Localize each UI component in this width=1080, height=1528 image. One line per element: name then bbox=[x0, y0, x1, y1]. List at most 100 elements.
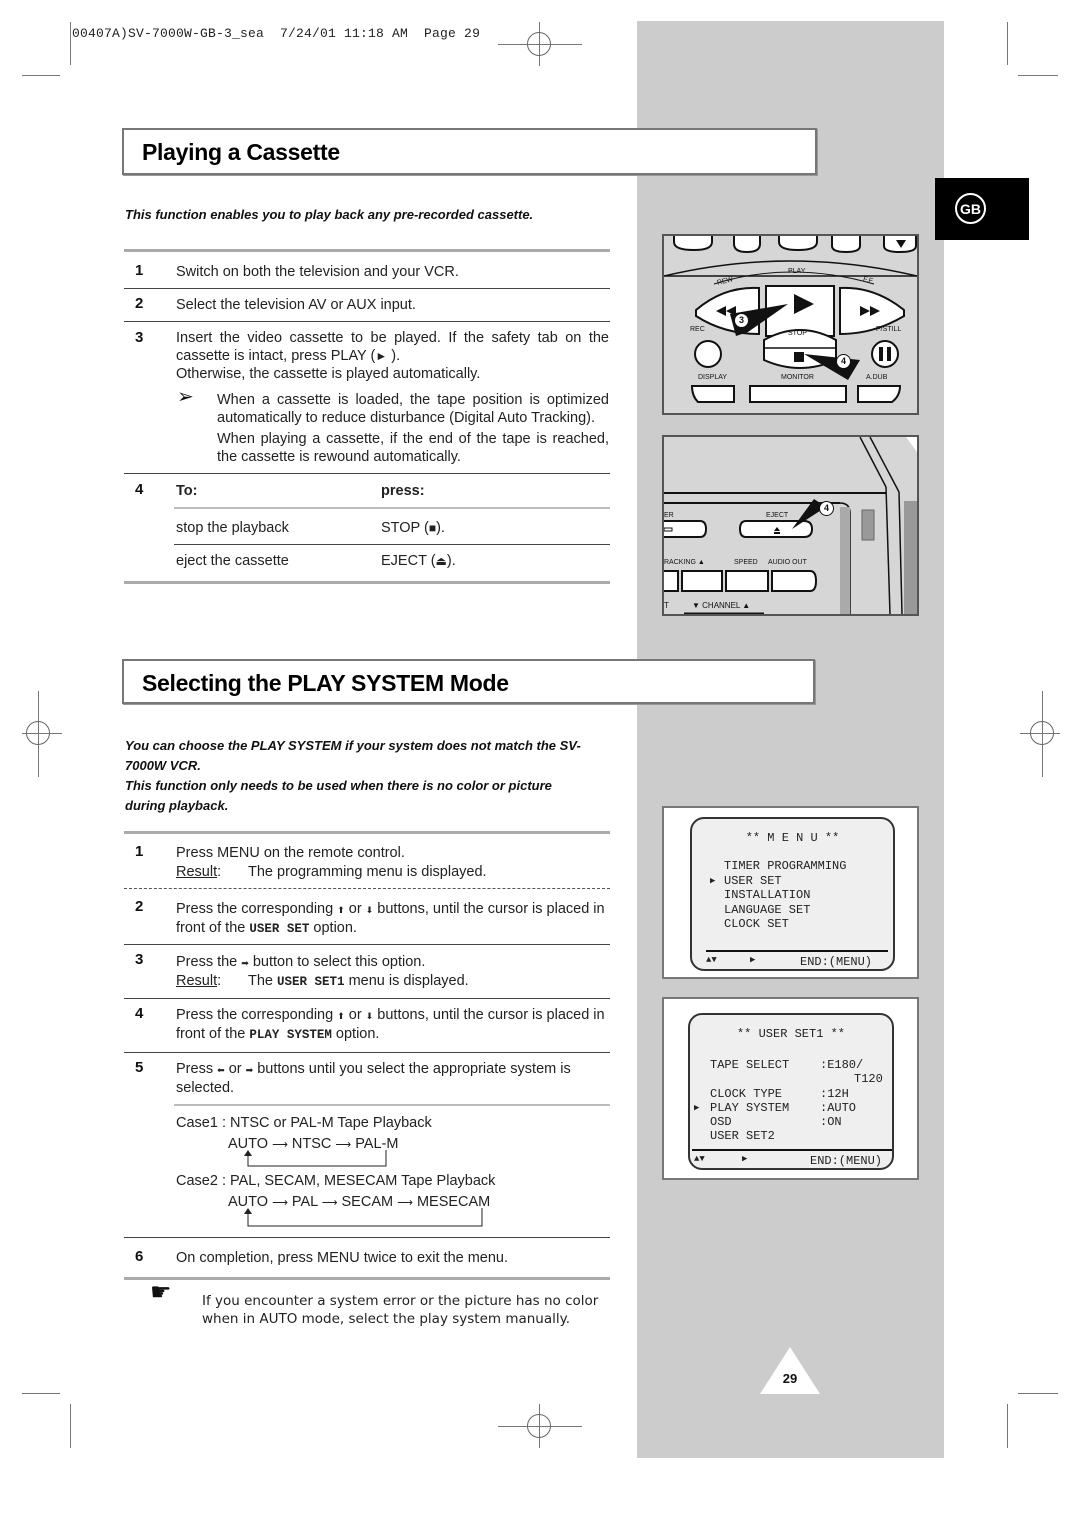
step-text: Press the ➡ button to select this option… bbox=[176, 953, 425, 972]
setting-value: :E180/ bbox=[820, 1058, 864, 1072]
divider bbox=[124, 581, 610, 584]
eject-label: EJECT bbox=[766, 512, 789, 519]
menu-item-selected[interactable]: USER SET bbox=[724, 874, 846, 889]
divider bbox=[124, 288, 610, 289]
result-label: Result bbox=[176, 864, 218, 880]
section-intro: This function enables you to play back a… bbox=[125, 207, 534, 222]
section-title-box: Playing a Cassette bbox=[122, 128, 817, 175]
userset-row[interactable]: OSD:ON bbox=[710, 1115, 890, 1129]
result-line: Result: bbox=[176, 864, 222, 880]
speed-label: SPEED bbox=[734, 559, 758, 566]
step-text: Switch on both the television and your V… bbox=[176, 264, 459, 280]
note-arrow-icon: ➢ bbox=[177, 386, 194, 408]
section-title: Playing a Cassette bbox=[142, 139, 340, 165]
step-text-fragment: option. bbox=[313, 920, 357, 936]
table-cell-button: EJECT (⏏). bbox=[381, 552, 456, 570]
userset-row[interactable]: TAPE SELECT :E180/ bbox=[710, 1058, 890, 1072]
step-text: Press the corresponding ⬆ or ⬇ buttons, … bbox=[176, 1006, 612, 1044]
menu-list: TIMER PROGRAMMING USER SET INSTALLATION … bbox=[724, 859, 846, 932]
setting-value: :12H bbox=[820, 1086, 849, 1101]
userset-title: ** USER SET1 ** bbox=[736, 1027, 846, 1041]
divider bbox=[174, 544, 610, 545]
step-number: 1 bbox=[135, 262, 144, 279]
step-text-fragment: Press bbox=[176, 1061, 214, 1077]
divider bbox=[124, 831, 610, 834]
menu-item[interactable]: TIMER PROGRAMMING bbox=[724, 859, 846, 874]
step-number: 1 bbox=[135, 843, 144, 860]
play-icon: ► bbox=[375, 349, 388, 363]
divider bbox=[124, 888, 610, 889]
pstill-label: P/STILL bbox=[876, 326, 902, 333]
table-header-press: press: bbox=[381, 483, 425, 499]
menu-item[interactable]: CLOCK SET bbox=[724, 917, 846, 932]
menu-item[interactable]: INSTALLATION bbox=[724, 888, 846, 903]
left-arrow-icon: ⬅ bbox=[217, 1065, 225, 1075]
step-text-fragment: The bbox=[248, 973, 273, 989]
userset-row-selected[interactable]: PLAY SYSTEM:AUTO bbox=[710, 1101, 890, 1115]
step-line: Otherwise, the cassette is played automa… bbox=[176, 366, 481, 382]
divider bbox=[124, 1237, 610, 1238]
cursor-icon: ▶ bbox=[710, 876, 716, 886]
step-text-fragment: or bbox=[348, 901, 362, 917]
section-title: Selecting the PLAY SYSTEM Mode bbox=[142, 670, 509, 696]
userset-row[interactable]: USER SET2 bbox=[710, 1129, 890, 1143]
step-number: 5 bbox=[135, 1059, 144, 1076]
remote-control-illustration: REW PLAY F.F REC STOP P/STILL DISPLAY MO… bbox=[662, 234, 919, 415]
menu-screen-panel: ** M E N U ** ▶ TIMER PROGRAMMING USER S… bbox=[662, 806, 919, 979]
userset-list: TAPE SELECT:E180/ T120 CLOCK TYPE:12H PL… bbox=[710, 1058, 890, 1144]
menu-option-code: USER SET bbox=[249, 922, 310, 936]
remote-buttons-drawing bbox=[664, 236, 917, 403]
table-header-to: To: bbox=[176, 483, 198, 499]
down-arrow-icon: ⬇ bbox=[365, 1011, 374, 1021]
button-name-end: ). bbox=[446, 553, 456, 569]
divider bbox=[124, 944, 610, 945]
callout-4: 4 bbox=[836, 354, 851, 369]
up-arrow-icon: ⬆ bbox=[337, 1011, 345, 1021]
power-label: ER bbox=[664, 512, 674, 519]
userset-screen-panel: ** USER SET1 ** TAPE SELECT:E180/ T120 C… bbox=[662, 997, 919, 1180]
userset-row[interactable]: CLOCK TYPE :12H bbox=[710, 1087, 890, 1101]
divider bbox=[124, 321, 610, 322]
userset-screen: ** USER SET1 ** TAPE SELECT:E180/ T120 C… bbox=[688, 1013, 894, 1170]
step-text: On completion, press MENU twice to exit … bbox=[176, 1250, 509, 1266]
right-arrow-icon: ➡ bbox=[245, 1065, 254, 1075]
step-text: Select the television AV or AUX input. bbox=[176, 297, 416, 313]
result-text: The programming menu is displayed. bbox=[248, 864, 487, 880]
menu-item[interactable]: LANGUAGE SET bbox=[724, 903, 846, 918]
tracking-text: RACKING bbox=[664, 559, 696, 566]
step-text: Press the corresponding ⬆ or ⬇ buttons, … bbox=[176, 900, 612, 938]
language-tab: GB bbox=[935, 178, 1029, 240]
select-arrow-icon: ▶ bbox=[750, 955, 756, 965]
play-label: PLAY bbox=[788, 268, 806, 275]
case2-loop-arrow bbox=[244, 1208, 483, 1227]
divider bbox=[124, 998, 610, 999]
setting-label: OSD bbox=[710, 1115, 732, 1130]
registration-mark-bottom bbox=[498, 1404, 582, 1448]
step-number: 6 bbox=[135, 1248, 144, 1265]
stop-label: STOP bbox=[788, 330, 807, 337]
vcr-panel-drawing bbox=[664, 437, 917, 614]
step-text-fragment: Press the corresponding bbox=[176, 1007, 334, 1023]
case1-title: Case1 : NTSC or PAL-M Tape Playback bbox=[176, 1115, 432, 1131]
menu-screen: ** M E N U ** ▶ TIMER PROGRAMMING USER S… bbox=[690, 817, 895, 971]
registration-mark-left bbox=[22, 691, 62, 777]
step-number: 2 bbox=[135, 898, 144, 915]
step-text: Insert the video cassette to be played. … bbox=[176, 329, 609, 383]
menu-footer-divider bbox=[706, 950, 888, 952]
cursor-icon: ▶ bbox=[694, 1103, 700, 1113]
step-text-fragment: cassette is intact, press PLAY ( bbox=[176, 348, 376, 364]
print-header: 00407A)SV-7000W-GB-3_sea 7/24/01 11:18 A… bbox=[72, 26, 481, 41]
display-label: DISPLAY bbox=[698, 374, 728, 381]
t-label: T bbox=[664, 601, 669, 610]
setting-label: CLOCK TYPE bbox=[710, 1086, 783, 1101]
table-cell-action: stop the playback bbox=[176, 520, 289, 536]
down-arrow-icon: ⬇ bbox=[365, 905, 374, 915]
setting-label: TAPE SELECT bbox=[710, 1058, 790, 1072]
step-text-fragment: option. bbox=[335, 1026, 380, 1042]
setting-label bbox=[710, 1072, 854, 1086]
button-name-end: ). bbox=[436, 520, 445, 536]
select-arrow-icon: ▶ bbox=[742, 1154, 748, 1164]
crop-mark bbox=[1018, 75, 1058, 76]
registration-mark-right bbox=[1020, 691, 1060, 777]
result-text: The USER SET1 menu is displayed. bbox=[248, 972, 469, 991]
